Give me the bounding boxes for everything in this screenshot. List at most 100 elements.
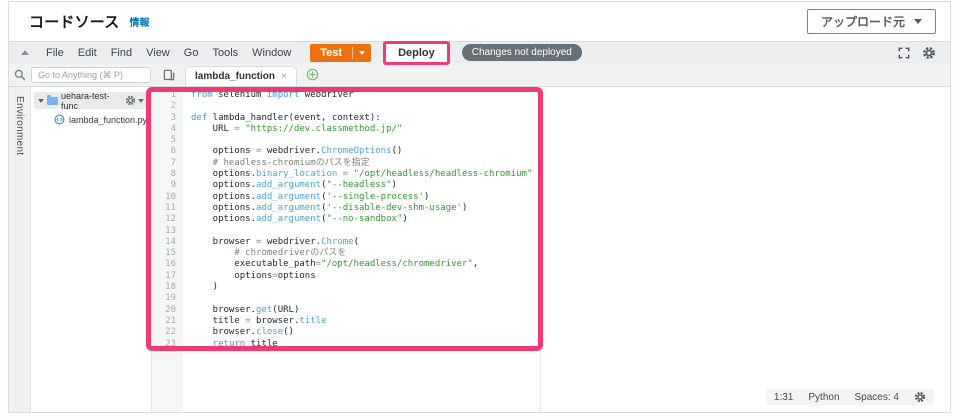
gutter-line-number[interactable]: 23 <box>152 339 176 350</box>
gutter-line-number[interactable]: 18 <box>152 282 176 293</box>
gutter-line-number[interactable]: 7 <box>152 158 176 169</box>
editor-gutter: 1 2 3 4 5 6 7 8 9 10 11 12 13 14 15 16 17 18 19 20 21 22 23 <box>152 87 183 412</box>
gutter-line-number[interactable]: 10 <box>152 192 176 203</box>
folder-icon <box>47 94 58 105</box>
chevron-down-icon <box>914 19 922 24</box>
gutter-line-number[interactable]: 11 <box>152 203 176 214</box>
environment-tab[interactable]: Environment <box>14 96 25 412</box>
code-line[interactable]: def lambda_handler(event, context): <box>191 113 950 124</box>
annotation-highlight-deploy: Deploy <box>383 40 450 65</box>
gutter-line-number[interactable]: 19 <box>152 293 176 304</box>
editor-menubar: File Edit Find View Go Tools Window Test Deplo… <box>9 40 950 65</box>
tree-settings-gear-icon[interactable] <box>125 95 144 106</box>
gutter-line-number[interactable]: 20 <box>152 305 176 316</box>
test-button[interactable]: Test <box>310 43 372 62</box>
menu-item-go[interactable]: Go <box>177 47 206 59</box>
code-line[interactable] <box>191 226 950 237</box>
code-line[interactable]: options.add_argument("--headless") <box>191 180 950 191</box>
fullscreen-icon[interactable] <box>898 47 910 59</box>
menu-item-window[interactable]: Window <box>245 47 298 59</box>
panel-header: コードソース 情報 アップロード元 <box>9 2 950 41</box>
gutter-line-number[interactable]: 2 <box>152 101 176 112</box>
menubar-menus: File Edit Find View Go Tools Window <box>39 47 298 59</box>
menu-item-view[interactable]: View <box>139 47 177 59</box>
tab-lambda-function[interactable]: lambda_function × <box>185 66 297 86</box>
new-tab-icon[interactable] <box>306 68 319 81</box>
code-line[interactable] <box>191 101 950 112</box>
code-line[interactable]: options = webdriver.ChromeOptions() <box>191 146 950 157</box>
code-line[interactable]: options.add_argument('--disable-dev-shm-… <box>191 203 950 214</box>
gutter-line-number[interactable]: 14 <box>152 237 176 248</box>
gutter-line-number[interactable]: 5 <box>152 135 176 146</box>
statusbar-gear-icon[interactable] <box>914 391 926 403</box>
cursor-position[interactable]: 1:31 <box>774 392 793 403</box>
code-line[interactable]: return title <box>191 339 950 350</box>
code-line[interactable]: options.add_argument('--single-process') <box>191 192 950 203</box>
menu-item-edit[interactable]: Edit <box>71 47 104 59</box>
file-name: lambda_function.py <box>69 114 148 125</box>
code-line[interactable] <box>191 135 950 146</box>
menu-item-tools[interactable]: Tools <box>205 47 245 59</box>
python-file-icon <box>54 114 65 125</box>
gutter-line-number[interactable]: 21 <box>152 316 176 327</box>
tab-list-icon[interactable] <box>163 69 175 81</box>
code-line[interactable]: # headless-chromiumのパスを指定 <box>191 158 950 169</box>
code-line[interactable]: # chromedriverのパスを <box>191 248 950 259</box>
chevron-down-icon <box>138 98 144 103</box>
test-dropdown-icon[interactable] <box>353 50 371 55</box>
upload-from-button[interactable]: アップロード元 <box>806 9 936 34</box>
collapse-menubar-icon[interactable] <box>21 50 29 55</box>
gutter-line-number[interactable]: 17 <box>152 271 176 282</box>
deploy-button[interactable]: Deploy <box>386 43 447 62</box>
indentation-setting[interactable]: Spaces: 4 <box>855 392 899 403</box>
editor-tabrow: lambda_function × <box>9 63 950 87</box>
code-line[interactable] <box>191 293 950 304</box>
menu-item-file[interactable]: File <box>39 47 71 59</box>
gutter-line-number[interactable]: 6 <box>152 146 176 157</box>
code-line[interactable]: browser.close() <box>191 327 950 338</box>
menu-item-find[interactable]: Find <box>104 47 139 59</box>
folder-name: uehara-test-func <box>61 90 110 111</box>
code-line[interactable]: options=options <box>191 271 950 282</box>
gutter-line-number[interactable]: 8 <box>152 169 176 180</box>
code-line[interactable]: options.binary_location = "/opt/headless… <box>191 169 950 180</box>
environment-strip: Environment <box>9 87 31 412</box>
search-icon[interactable] <box>9 69 31 81</box>
code-editor[interactable]: 1 2 3 4 5 6 7 8 9 10 11 12 13 14 15 16 17 18 19 20 21 22 23 fr… <box>146 87 950 412</box>
language-mode[interactable]: Python <box>808 392 839 403</box>
gutter-line-number[interactable]: 13 <box>152 226 176 237</box>
gutter-line-number[interactable]: 4 <box>152 124 176 135</box>
editor-statusbar: 1:31 Python Spaces: 4 <box>765 389 934 405</box>
gutter-line-number[interactable]: 15 <box>152 248 176 259</box>
page-title: コードソース <box>29 14 120 31</box>
upload-from-label: アップロード元 <box>820 15 905 29</box>
changes-not-deployed-badge: Changes not deployed <box>461 44 582 61</box>
tab-close-icon[interactable]: × <box>281 71 287 82</box>
gutter-line-number[interactable]: 1 <box>152 90 176 101</box>
goto-anything-input[interactable] <box>31 66 151 83</box>
code-lines[interactable]: from selenium import webdriver def lambda… <box>183 87 950 412</box>
gutter-line-number[interactable]: 3 <box>152 113 176 124</box>
code-line[interactable]: from selenium import webdriver <box>191 90 950 101</box>
menubar-right-icons <box>898 46 936 60</box>
info-link[interactable]: 情報 <box>129 14 149 29</box>
tree-folder-row[interactable]: uehara-test-func <box>34 90 148 111</box>
folder-disclosure-icon[interactable] <box>38 98 44 103</box>
code-line[interactable]: ) <box>191 282 950 293</box>
gutter-line-number[interactable]: 16 <box>152 259 176 270</box>
settings-gear-icon[interactable] <box>922 46 936 60</box>
gutter-line-number[interactable]: 12 <box>152 214 176 225</box>
code-line[interactable]: options.add_argument("--no-sandbox") <box>191 214 950 225</box>
gutter-line-number[interactable]: 9 <box>152 180 176 191</box>
code-line[interactable]: URL = "https://dev.classmethod.jp/" <box>191 124 950 135</box>
code-line[interactable]: browser.get(URL) <box>191 305 950 316</box>
file-tree: uehara-test-func lambda_function.py <box>31 87 152 412</box>
tab-label: lambda_function <box>195 71 276 82</box>
code-line[interactable]: browser = webdriver.Chrome( <box>191 237 950 248</box>
gutter-line-number[interactable]: 22 <box>152 327 176 338</box>
tree-file-row[interactable]: lambda_function.py <box>31 114 151 125</box>
code-line[interactable]: executable_path="/opt/headless/chromedri… <box>191 259 950 270</box>
test-button-label: Test <box>320 46 343 59</box>
code-line[interactable]: title = browser.title <box>191 316 950 327</box>
code-source-panel: コードソース 情報 アップロード元 File Edit Find View Go Tool… <box>8 1 951 413</box>
